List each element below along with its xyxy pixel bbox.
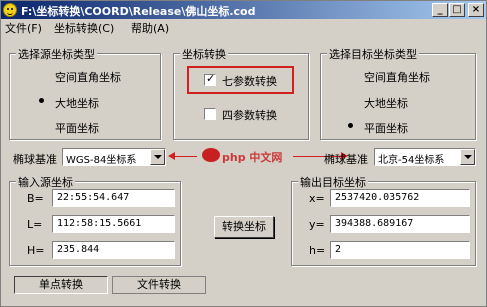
b-label: B= [27,192,44,205]
close-button[interactable]: × [468,3,484,17]
four-param-checkbox[interactable] [204,108,216,120]
menu-coord-convert[interactable]: 坐标转换(C) [54,20,114,36]
left-arrow-icon [168,152,175,160]
l-input[interactable]: 112:58:15.5661 [52,215,175,233]
watermark: php 中文网 [222,151,283,164]
radio-button[interactable] [346,96,356,106]
target-ellipsoid-select[interactable]: 北京-54坐标系 [374,148,476,166]
maximize-button[interactable]: □ [449,3,465,17]
output-title: 输出目标坐标 [298,174,368,190]
radio-button[interactable] [37,70,47,80]
tab-file-convert[interactable]: 文件转换 [112,276,206,294]
output-group: 输出目标坐标 x= 2537420.035762 y= 394388.68916… [291,174,476,266]
input-group: 输入源坐标 B= 22:55:54.647 L= 112:58:15.5661 … [9,174,181,266]
menu-help[interactable]: 帮助(A) [131,20,169,36]
radio-label: 大地坐标 [55,97,99,110]
y-label: y= [309,218,325,231]
transform-title: 坐标转换 [180,46,228,62]
radio-label: 平面坐标 [55,122,99,135]
h-output[interactable]: 2 [330,241,470,259]
radio-button[interactable] [346,70,356,80]
source-ellipsoid-select[interactable]: WGS-84坐标系 [62,148,166,166]
minimize-button[interactable]: _ [432,3,448,17]
convert-button[interactable]: 转换坐标 [214,216,274,238]
menu-bar: 文件(F) 坐标转换(C) 帮助(A) [1,19,486,35]
source-ellipsoid-value: WGS-84坐标系 [66,155,137,166]
radio-label: 大地坐标 [364,97,408,110]
radio-label: 空间直角坐标 [364,71,430,84]
radio-label: 空间直角坐标 [55,71,121,84]
x-output[interactable]: 2537420.035762 [330,189,470,207]
radio-button-checked[interactable] [346,121,356,131]
arrow-line [175,156,197,157]
seven-param-label: 七参数转换 [222,75,277,88]
chevron-down-icon[interactable] [460,149,475,165]
b-input[interactable]: 22:55:54.647 [52,189,175,207]
menu-file[interactable]: 文件(F) [5,20,42,36]
target-type-group: 选择目标坐标类型 空间直角坐标 大地坐标 平面坐标 [320,46,476,140]
main-window: F:\坐标转换\COORD\Release\佛山坐标.cod _ □ × 文件(… [0,0,487,307]
tab-single-point[interactable]: 单点转换 [14,276,108,294]
source-type-title: 选择源坐标类型 [16,46,97,62]
target-type-title: 选择目标坐标类型 [327,46,419,62]
h-label: H= [27,244,45,257]
x-label: x= [309,192,325,205]
watermark-logo-icon [202,148,220,162]
y-output[interactable]: 394388.689167 [330,215,470,233]
smiley-app-icon [3,3,17,17]
l-label: L= [27,218,43,231]
radio-button[interactable] [37,121,47,131]
seven-param-checkbox[interactable] [204,72,216,86]
title-bar[interactable]: F:\坐标转换\COORD\Release\佛山坐标.cod _ □ × [1,1,486,19]
four-param-label: 四参数转换 [222,109,277,122]
chevron-down-icon[interactable] [150,149,165,165]
input-title: 输入源坐标 [16,174,75,190]
transform-group: 坐标转换 七参数转换 四参数转换 [173,46,309,140]
radio-label: 平面坐标 [364,122,408,135]
target-ellipsoid-label: 椭球基准 [324,153,368,166]
h-out-label: h= [309,244,326,257]
target-ellipsoid-value: 北京-54坐标系 [378,155,445,166]
radio-button-checked[interactable] [37,96,47,106]
window-title: F:\坐标转换\COORD\Release\佛山坐标.cod [21,5,256,18]
source-type-group: 选择源坐标类型 空间直角坐标 大地坐标 平面坐标 [9,46,161,140]
h-input[interactable]: 235.844 [52,241,175,259]
source-ellipsoid-label: 椭球基准 [13,153,57,166]
